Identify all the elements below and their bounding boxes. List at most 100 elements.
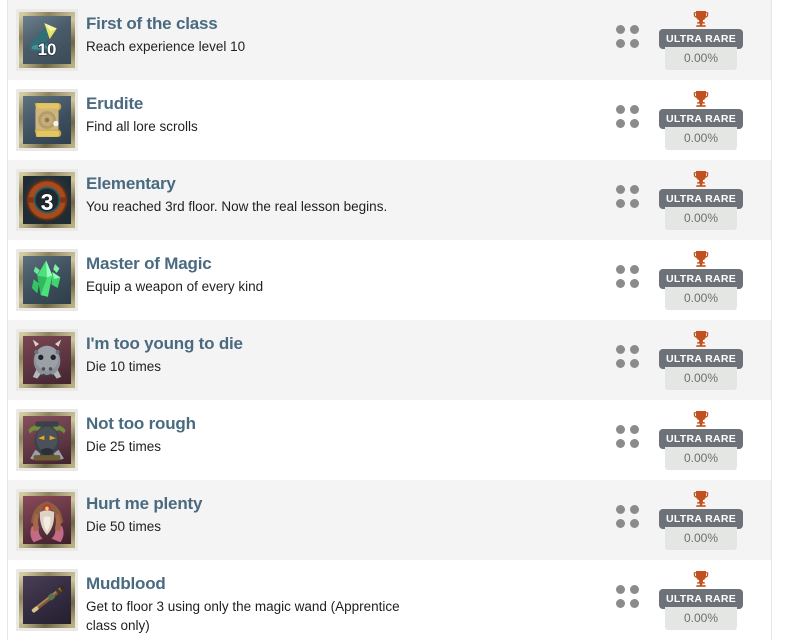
dot-icon xyxy=(615,119,625,128)
svg-text:3: 3 xyxy=(41,189,54,215)
achievement-description: Die 25 times xyxy=(86,439,162,454)
achievement-row-7[interactable]: Hurt me plenty Die 50 times ULTRA RARE 0… xyxy=(8,480,771,560)
achievement-row-5[interactable]: I'm too young to die Die 10 times ULTRA … xyxy=(8,320,771,400)
rarity-block: ULTRA RARE 0.00% xyxy=(655,328,771,390)
achievement-icon-cell xyxy=(8,568,86,631)
trophy-icon xyxy=(693,171,709,187)
achievement-icon-cell xyxy=(8,328,86,391)
four-dots-icon[interactable] xyxy=(599,568,655,608)
trophy-icon xyxy=(693,11,709,27)
achievement-title[interactable]: Not too rough xyxy=(86,413,589,434)
horned-beast-head-icon xyxy=(23,336,71,384)
achievement-description: Reach experience level 10 xyxy=(86,39,246,54)
rarity-percent: 0.00% xyxy=(665,527,737,550)
achievement-text: Not too rough Die 25 times xyxy=(86,408,599,456)
achievement-title[interactable]: Erudite xyxy=(86,93,589,114)
dot-icon xyxy=(615,265,625,274)
achievement-row-8[interactable]: Mudblood Get to floor 3 using only the m… xyxy=(8,560,771,640)
rarity-block: ULTRA RARE 0.00% xyxy=(655,8,771,70)
rarity-block: ULTRA RARE 0.00% xyxy=(655,88,771,150)
achievement-text: Master of Magic Equip a weapon of every … xyxy=(86,248,599,296)
rarity-percent: 0.00% xyxy=(665,367,737,390)
four-dots-grid xyxy=(615,185,639,208)
achievement-icon-cell xyxy=(8,88,86,151)
achievement-icon xyxy=(16,89,78,151)
achievement-icon-cell: 10 xyxy=(8,8,86,71)
trophy-icon xyxy=(693,91,709,107)
rarity-percent: 0.00% xyxy=(665,47,737,70)
four-dots-icon[interactable] xyxy=(599,408,655,448)
achievement-list: 10 First of the class Reach experience l… xyxy=(7,0,772,640)
achievement-text: Hurt me plenty Die 50 times xyxy=(86,488,599,536)
rarity-block: ULTRA RARE 0.00% xyxy=(655,408,771,470)
dot-icon xyxy=(629,359,639,368)
four-dots-icon[interactable] xyxy=(599,88,655,128)
achievement-row-6[interactable]: Not too rough Die 25 times ULTRA RARE 0.… xyxy=(8,400,771,480)
dot-icon xyxy=(629,105,639,114)
achievement-text: Elementary You reached 3rd floor. Now th… xyxy=(86,168,599,216)
achievement-row-4[interactable]: Master of Magic Equip a weapon of every … xyxy=(8,240,771,320)
achievement-description: Die 10 times xyxy=(86,359,162,374)
floor-three-door-icon: 3 xyxy=(23,176,71,224)
dot-icon xyxy=(629,585,639,594)
achievement-title[interactable]: First of the class xyxy=(86,13,589,34)
achievement-description: Equip a weapon of every kind xyxy=(86,279,264,294)
rarity-badge: ULTRA RARE xyxy=(658,269,744,289)
achievement-icon-cell xyxy=(8,248,86,311)
dot-icon xyxy=(615,439,625,448)
rarity-percent: 0.00% xyxy=(665,447,737,470)
lore-scroll-icon xyxy=(23,96,71,144)
dot-icon xyxy=(629,185,639,194)
dot-icon xyxy=(615,25,625,34)
dot-icon xyxy=(629,265,639,274)
achievement-icon-cell xyxy=(8,408,86,471)
dot-icon xyxy=(629,425,639,434)
axe-level-10-icon: 10 xyxy=(23,16,71,64)
rarity-percent: 0.00% xyxy=(665,607,737,630)
achievement-icon-frame xyxy=(19,92,75,148)
achievement-description: Get to floor 3 using only the magic wand… xyxy=(86,599,400,633)
achievement-icon xyxy=(16,329,78,391)
rarity-badge: ULTRA RARE xyxy=(658,509,744,529)
achievement-icon-cell xyxy=(8,488,86,551)
dot-icon xyxy=(629,39,639,48)
four-dots-grid xyxy=(615,265,639,288)
achievement-text: I'm too young to die Die 10 times xyxy=(86,328,599,376)
four-dots-grid xyxy=(615,505,639,528)
dot-icon xyxy=(629,199,639,208)
dot-icon xyxy=(615,505,625,514)
achievement-text: First of the class Reach experience leve… xyxy=(86,8,599,56)
dot-icon xyxy=(615,279,625,288)
achievement-text: Erudite Find all lore scrolls xyxy=(86,88,599,136)
trophy-icon xyxy=(693,571,709,587)
svg-text:10: 10 xyxy=(38,40,57,59)
achievement-row-2[interactable]: Erudite Find all lore scrolls ULTRA RARE… xyxy=(8,80,771,160)
dot-icon xyxy=(629,519,639,528)
four-dots-grid xyxy=(615,425,639,448)
achievement-row-3[interactable]: 3 Elementary You reached 3rd floor. Now … xyxy=(8,160,771,240)
achievement-title[interactable]: I'm too young to die xyxy=(86,333,589,354)
four-dots-icon[interactable] xyxy=(599,248,655,288)
rarity-badge: ULTRA RARE xyxy=(658,109,744,129)
achievement-row-1[interactable]: 10 First of the class Reach experience l… xyxy=(8,0,771,80)
four-dots-icon[interactable] xyxy=(599,168,655,208)
four-dots-grid xyxy=(615,105,639,128)
rarity-percent: 0.00% xyxy=(665,207,737,230)
four-dots-icon[interactable] xyxy=(599,488,655,528)
achievement-title[interactable]: Master of Magic xyxy=(86,253,589,274)
achievement-title[interactable]: Mudblood xyxy=(86,573,589,594)
trophy-icon xyxy=(693,411,709,427)
four-dots-icon[interactable] xyxy=(599,8,655,48)
hooded-figure-icon xyxy=(23,496,71,544)
dot-icon xyxy=(629,505,639,514)
achievement-icon xyxy=(16,409,78,471)
achievement-description: You reached 3rd floor. Now the real less… xyxy=(86,199,388,214)
achievement-icon xyxy=(16,569,78,631)
four-dots-icon[interactable] xyxy=(599,328,655,368)
achievement-icon-frame: 3 xyxy=(19,172,75,228)
rarity-block: ULTRA RARE 0.00% xyxy=(655,248,771,310)
achievement-title[interactable]: Elementary xyxy=(86,173,589,194)
achievement-title[interactable]: Hurt me plenty xyxy=(86,493,589,514)
dot-icon xyxy=(629,599,639,608)
achievement-icon-frame xyxy=(19,572,75,628)
